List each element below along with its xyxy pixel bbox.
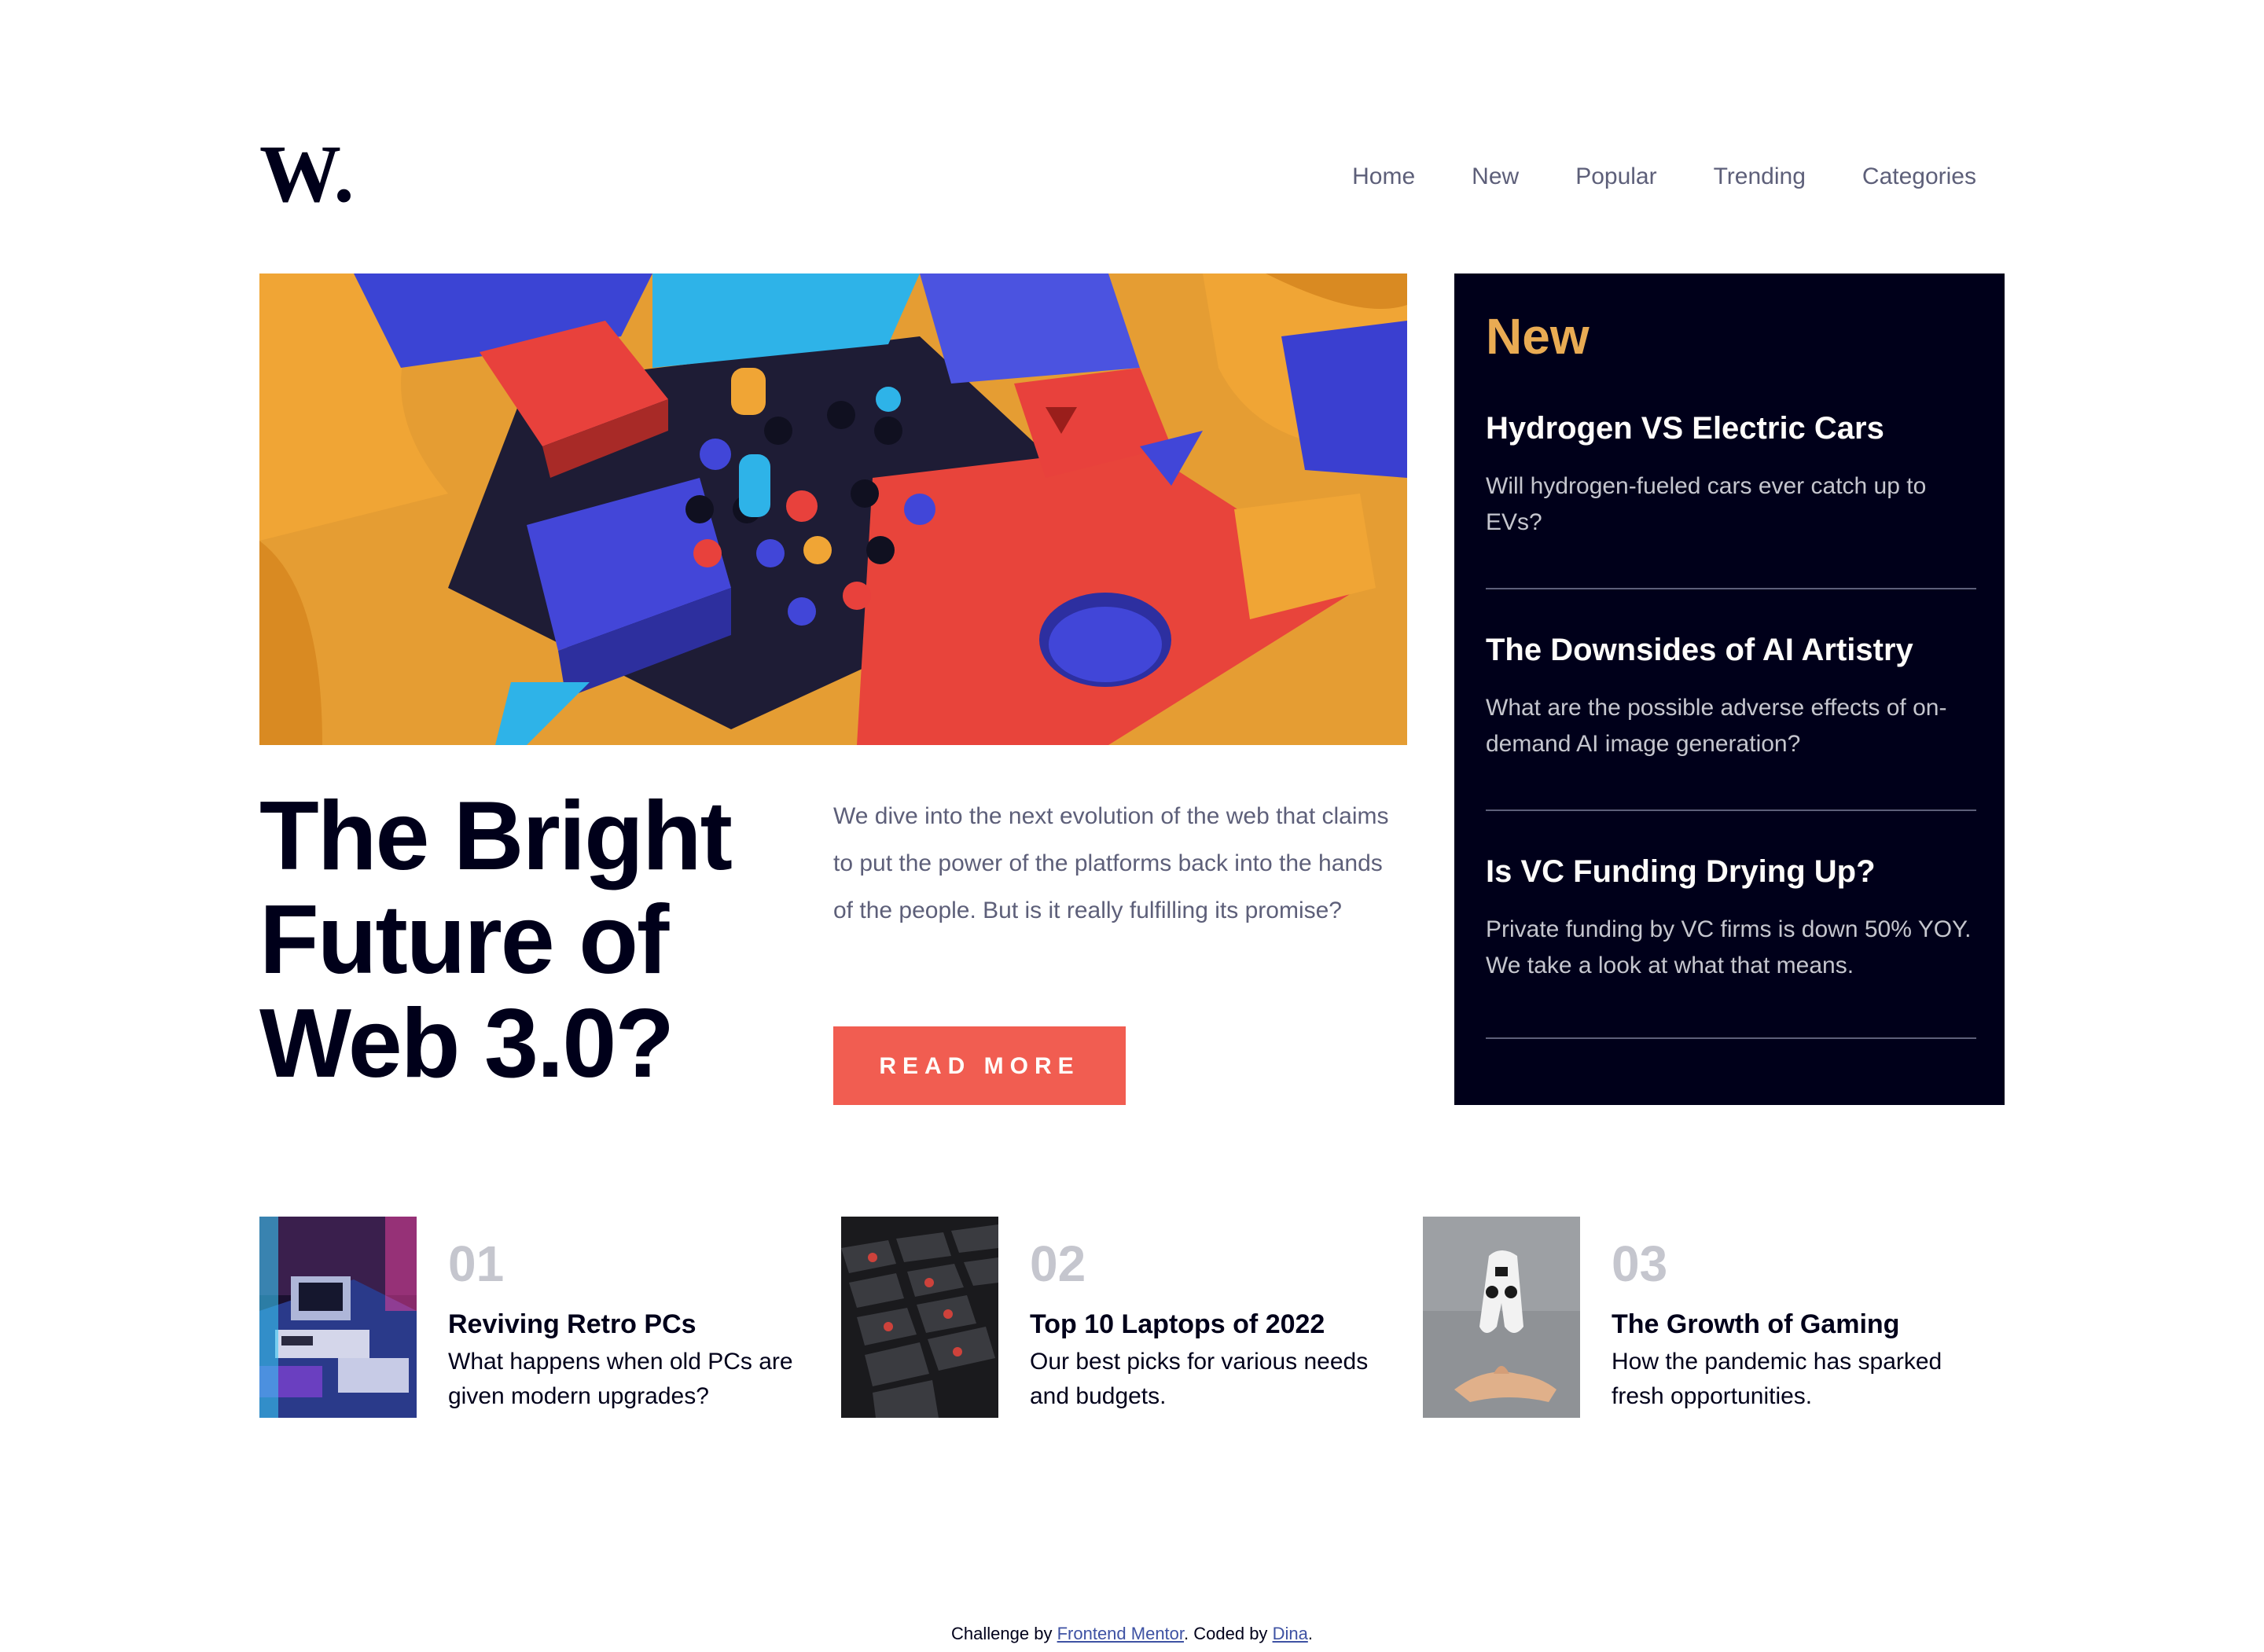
hero-title: The Bright Future of Web 3.0? [259,783,733,1099]
logo-text: W. [259,138,354,207]
main-nav: Home New Popular Trending Categories [1352,163,1976,190]
page-canvas: W. Home New Popular Trending Categories [0,0,2264,1652]
new-item: The Downsides of AI Artistry What are th… [1486,589,1976,811]
article-card-1: 01 Reviving Retro PCs What happens when … [259,1217,813,1418]
nav-home[interactable]: Home [1352,163,1415,190]
hero-3d-blocks-illustration [259,273,1407,745]
new-item-title[interactable]: Is VC Funding Drying Up? [1486,852,1976,893]
new-articles-panel: New Hydrogen VS Electric Cars Will hydro… [1454,273,2005,1105]
attribution-suffix: . [1307,1625,1313,1644]
page-frame: W. Home New Popular Trending Categories [0,0,2264,1652]
card-title[interactable]: Reviving Retro PCs [448,1309,696,1341]
laptops-thumbnail[interactable] [841,1217,998,1418]
hero-description: We dive into the next evolution of the w… [833,803,1389,924]
card-number: 03 [1612,1235,1668,1292]
card-number: 02 [1030,1235,1086,1292]
attribution: Challenge by Frontend Mentor. Coded by D… [0,1625,2264,1644]
article-card-3: 03 The Growth of Gaming How the pandemic… [1423,1217,1976,1418]
keyboard-image [841,1217,998,1418]
card-description: What happens when old PCs are given mode… [448,1349,793,1410]
new-item-title[interactable]: The Downsides of AI Artistry [1486,630,1976,671]
retro-pcs-thumbnail[interactable] [259,1217,417,1418]
nav-new[interactable]: New [1472,163,1519,190]
article-card-2: 02 Top 10 Laptops of 2022 Our best picks… [841,1217,1395,1418]
card-number: 01 [448,1235,505,1292]
read-more-button[interactable]: READ MORE [833,1026,1126,1105]
hero-image [259,273,1407,745]
brand-logo[interactable]: W. [259,129,363,219]
author-link[interactable]: Dina [1273,1625,1308,1644]
nav-popular[interactable]: Popular [1575,163,1656,190]
new-item-description: Private funding by VC firms is down 50% … [1486,916,1972,979]
card-title[interactable]: Top 10 Laptops of 2022 [1030,1309,1325,1341]
card-description: How the pandemic has sparked fresh oppor… [1612,1349,1942,1410]
new-item: Hydrogen VS Electric Cars Will hydrogen-… [1486,368,1976,589]
game-controller-image [1423,1217,1580,1418]
nav-categories[interactable]: Categories [1862,163,1976,190]
retro-pc-image [259,1217,417,1418]
nav-trending[interactable]: Trending [1714,163,1806,190]
attribution-middle: . Coded by [1184,1625,1268,1644]
frontend-mentor-link[interactable]: Frontend Mentor [1057,1625,1184,1644]
new-item-description: What are the possible adverse effects of… [1486,695,1947,758]
new-item-description: Will hydrogen-fueled cars ever catch up … [1486,473,1927,536]
new-item: Is VC Funding Drying Up? Private funding… [1486,811,1976,1039]
attribution-prefix: Challenge by [951,1625,1053,1644]
new-item-title[interactable]: Hydrogen VS Electric Cars [1486,409,1976,450]
card-description: Our best picks for various needs and bud… [1030,1349,1369,1410]
gaming-thumbnail[interactable] [1423,1217,1580,1418]
new-panel-heading: New [1486,308,1590,365]
card-title[interactable]: The Growth of Gaming [1612,1309,1899,1341]
w-logo-icon: W. [259,129,354,219]
